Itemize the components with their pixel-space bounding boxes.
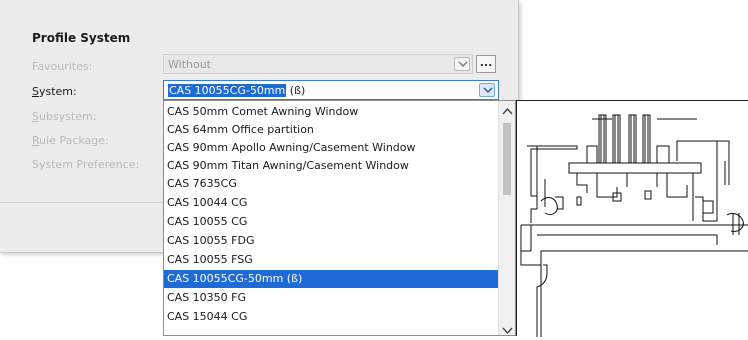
list-item-selected[interactable]: CAS 10055CG-50mm (ß) xyxy=(164,270,498,288)
system-value-selected: CAS 10055CG-50mm xyxy=(168,84,287,97)
profile-section-drawing xyxy=(520,114,748,337)
favourites-label: Favourites: xyxy=(32,60,93,73)
list-item[interactable]: CAS 90mm Apollo Awning/Casement Window xyxy=(164,139,498,157)
system-dropdown-list[interactable]: CAS 50mm Comet Awning Window CAS 64mm Of… xyxy=(163,100,516,336)
favourites-ellipsis-button[interactable]: ... xyxy=(476,55,496,73)
system-value-suffix: (ß) xyxy=(286,84,306,97)
subsystem-label: Subsystem: xyxy=(32,110,97,123)
scrollbar-thumb[interactable] xyxy=(503,123,511,195)
scroll-down-arrow-icon[interactable] xyxy=(502,327,513,335)
list-item[interactable]: CAS 90mm Titan Awning/Casement Window xyxy=(164,157,498,175)
rule-package-label: Rule Package: xyxy=(32,134,109,147)
list-item[interactable]: CAS 50mm Comet Awning Window xyxy=(164,103,498,121)
list-item[interactable]: CAS 10055 CG xyxy=(164,213,498,231)
profile-drawing xyxy=(516,100,748,337)
favourites-combobox[interactable]: Without xyxy=(163,54,473,74)
favourites-value: Without xyxy=(168,58,211,71)
list-item[interactable]: CAS 10044 CG xyxy=(164,194,498,212)
scroll-up-arrow-icon[interactable] xyxy=(502,107,513,115)
system-label: System: xyxy=(32,85,77,98)
section-title: Profile System xyxy=(32,31,131,45)
list-item[interactable]: CAS 15044 CG xyxy=(164,308,498,326)
list-item[interactable]: CAS 10350 FG xyxy=(164,289,498,307)
system-combobox[interactable]: CAS 10055CG-50mm (ß) xyxy=(163,80,499,100)
list-item[interactable]: CAS 7635CG xyxy=(164,175,498,193)
dropdown-scrollbar[interactable] xyxy=(498,101,515,335)
chevron-down-icon[interactable] xyxy=(454,57,470,71)
system-preference-label: System Preference: xyxy=(32,158,140,171)
chevron-down-icon[interactable] xyxy=(479,83,495,97)
list-item[interactable]: CAS 10055 FDG xyxy=(164,232,498,250)
list-item[interactable]: CAS 10055 FSG xyxy=(164,251,498,269)
list-item[interactable]: CAS 64mm Office partition xyxy=(164,121,498,139)
